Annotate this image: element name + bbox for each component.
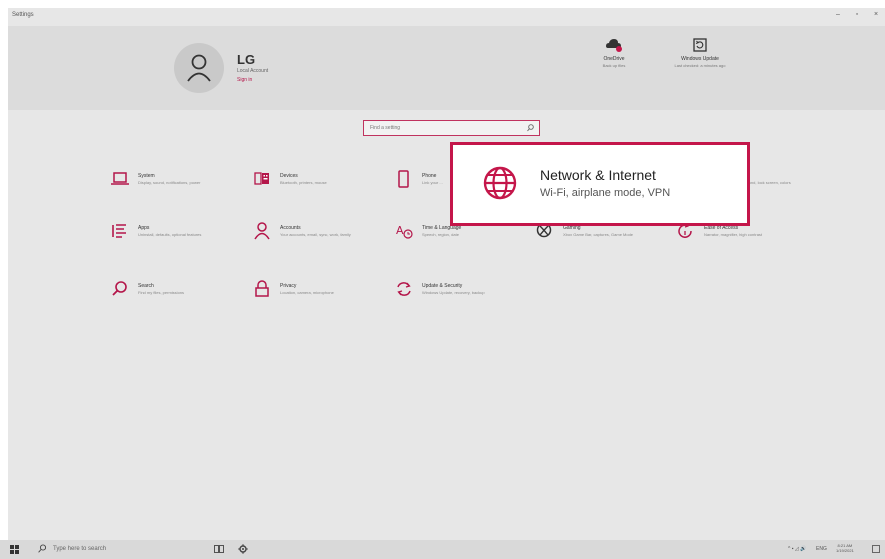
category-desc: Your accounts, email, sync, work, family [280,232,351,237]
category-search[interactable]: Search Find my files, permissions [110,280,250,314]
person-icon [187,54,211,82]
taskbar: Type here to search ^ ▪ ◿ 🔊 ENG 8:21 AM … [0,540,885,559]
category-accounts[interactable]: Accounts Your accounts, email, sync, wor… [252,222,392,256]
onedrive-sub: Back up files [602,63,626,68]
svg-text:A: A [396,224,404,237]
search-icon [112,281,127,296]
close-button[interactable]: × [869,11,883,18]
laptop-icon [111,172,129,185]
maximize-button[interactable]: ▫ [850,11,864,18]
category-system[interactable]: System Display, sound, notifications, po… [110,170,250,204]
category-gaming[interactable]: Gaming Xbox Game Bar, captures, Game Mod… [535,222,675,256]
category-privacy[interactable]: Privacy Location, camera, microphone [252,280,392,314]
windows-start-icon[interactable] [10,545,19,554]
category-desc: Location, camera, microphone [280,290,334,295]
window-title: Settings [12,12,34,18]
account-type: Local Account [237,68,269,74]
time-language-icon: A [396,224,413,239]
category-title: Search [138,283,154,289]
person-icon [254,222,270,240]
category-time-language[interactable]: A Time & Language Speech, region, date [394,222,534,256]
category-ease-of-access[interactable]: Ease of Access Narrator, magnifier, high… [676,222,816,256]
title-bar: Settings – ▫ × [8,8,885,26]
category-desc: Windows Update, recovery, backup [422,290,485,295]
category-desc: Xbox Game Bar, captures, Game Mode [563,232,634,237]
category-desc: Display, sound, notifications, power [138,180,201,185]
category-apps[interactable]: Apps Uninstall, defaults, optional featu… [110,222,250,256]
category-devices[interactable]: Devices Bluetooth, printers, mouse [252,170,392,204]
cloud-icon [606,39,622,52]
settings-window: Settings – ▫ × LG Local Account Sign in … [8,8,885,540]
category-title: Devices [280,173,298,179]
notification-center-icon[interactable] [872,545,880,553]
category-title: Update & Security [422,283,463,289]
category-title: Apps [138,225,150,231]
onedrive-tile[interactable]: OneDrive Back up files [574,32,654,68]
onedrive-title: OneDrive [603,56,625,62]
gear-icon[interactable] [238,544,248,554]
sync-icon [397,282,411,296]
category-desc: Uninstall, defaults, optional features [138,232,202,237]
network-internet-desc: Wi-Fi, airplane mode, VPN [540,187,671,199]
minimize-button[interactable]: – [831,11,845,18]
keyboard-icon [254,172,269,185]
phone-icon [398,170,409,188]
category-title: System [138,173,155,179]
category-update-security[interactable]: Update & Security Windows Update, recove… [394,280,534,314]
account-header: LG Local Account Sign in OneDrive Back u… [8,26,885,110]
category-title: Accounts [280,225,301,231]
taskbar-search-placeholder[interactable]: Type here to search [53,546,106,552]
globe-icon [483,166,517,200]
search-placeholder: Find a setting [370,125,401,131]
category-title: Privacy [280,283,297,289]
system-tray-icons[interactable]: ^ ▪ ◿ 🔊 [788,546,806,552]
refresh-icon [693,38,707,52]
windows-update-title: Windows Update [681,56,719,62]
settings-search-box[interactable]: Find a setting [363,120,540,136]
category-desc: Speech, region, date [422,232,459,237]
lock-icon [255,280,269,297]
category-title: Phone [422,173,437,179]
windows-update-tile[interactable]: Windows Update Last checked: a minutes a… [660,32,740,68]
clock[interactable]: 8:21 AM 1/19/2021 [836,543,854,553]
apps-list-icon [112,224,126,238]
sign-in-link[interactable]: Sign in [237,77,252,83]
category-desc: Bluetooth, printers, mouse [280,180,327,185]
network-internet-tile[interactable]: Network & Internet Wi-Fi, airplane mode,… [450,142,750,226]
category-desc: Narrator, magnifier, high contrast [704,232,763,237]
task-view-icon[interactable] [214,545,224,553]
clock-date: 1/19/2021 [836,548,854,553]
search-icon[interactable] [38,544,46,553]
category-desc: Find my files, permissions [138,290,185,295]
language-indicator[interactable]: ENG [816,546,827,552]
avatar[interactable] [174,43,224,93]
windows-update-sub: Last checked: a minutes ago [674,63,726,68]
search-icon [527,124,534,132]
user-name: LG [237,52,256,67]
network-internet-title: Network & Internet [540,167,656,183]
